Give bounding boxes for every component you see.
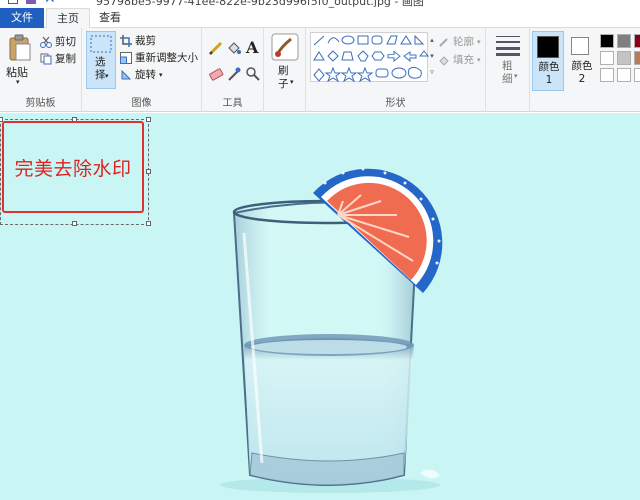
color-picker-icon[interactable]	[226, 66, 242, 82]
palette-swatch[interactable]	[634, 68, 640, 82]
shapes-gallery[interactable]	[310, 32, 430, 83]
outline-button[interactable]: 轮廓 ▾	[438, 34, 481, 49]
palette-swatch[interactable]	[634, 34, 640, 48]
fill-icon	[439, 55, 449, 66]
line-size-icon	[496, 36, 520, 56]
color2-swatch	[571, 37, 589, 55]
undo-icon[interactable]	[26, 0, 36, 4]
color2-label: 颜色 2	[571, 60, 593, 85]
fill-button[interactable]: 填充 ▾	[438, 52, 481, 67]
resize-icon	[120, 51, 132, 64]
tools-group: A 工具	[202, 28, 264, 112]
resize-button[interactable]: 重新调整大小	[120, 50, 198, 65]
palette-swatch[interactable]	[617, 34, 631, 48]
outline-dropdown-icon: ▾	[477, 37, 481, 46]
copy-label: 复制	[55, 53, 76, 65]
copy-icon	[40, 53, 52, 64]
crop-label: 裁剪	[135, 35, 156, 47]
paste-icon	[9, 34, 31, 61]
resize-label: 重新调整大小	[135, 52, 198, 64]
copy-button[interactable]: 复制	[40, 51, 76, 66]
size-button[interactable]: 粗细 ▾	[490, 32, 526, 90]
palette-swatch[interactable]	[634, 51, 640, 65]
color1-button[interactable]: 颜色 1	[532, 31, 564, 91]
clipboard-group: 粘贴 ▾ 剪切 复制 剪贴板	[0, 28, 82, 112]
palette-swatch[interactable]	[600, 51, 614, 65]
quick-access-dropdown-icon[interactable]: ✕	[44, 0, 58, 6]
ribbon: 粘贴 ▾ 剪切 复制 剪贴板 选择 ▾ 裁剪 重新调整大小 旋转 ▾ 图像 A …	[0, 28, 640, 112]
color2-button[interactable]: 颜色 2	[566, 31, 598, 91]
select-dropdown-icon[interactable]: ▾	[105, 72, 109, 80]
tools-group-label: 工具	[222, 98, 243, 109]
tab-file[interactable]: 文件	[0, 8, 44, 28]
eraser-icon[interactable]	[208, 66, 224, 82]
palette-swatch[interactable]	[617, 68, 631, 82]
clipboard-group-label: 剪贴板	[25, 98, 56, 109]
brushes-dropdown-icon[interactable]: ▾	[290, 78, 294, 86]
palette-swatch[interactable]	[617, 51, 631, 65]
cut-label: 剪切	[55, 36, 76, 48]
colors-group: 颜色 1 颜色 2	[530, 28, 640, 112]
shapes-group: ▴ ▾ ▿ 轮廓 ▾ 填充 ▾ 形状	[306, 28, 486, 112]
palette-swatch[interactable]	[600, 34, 614, 48]
rotate-label: 旋转	[135, 69, 156, 81]
image-group-label: 图像	[131, 98, 152, 109]
tab-home[interactable]: 主页	[46, 8, 90, 29]
outline-icon	[439, 37, 448, 47]
brushes-group: 刷子 ▾	[264, 28, 306, 112]
pencil-icon[interactable]	[208, 40, 224, 56]
fill-label: 填充	[453, 54, 474, 66]
brush-icon	[271, 33, 299, 61]
rotate-button[interactable]: 旋转 ▾	[120, 67, 163, 82]
drawing-canvas[interactable]: 完美去除水印	[0, 113, 640, 500]
select-button[interactable]: 选择 ▾	[86, 31, 116, 89]
image-group: 选择 ▾ 裁剪 重新调整大小 旋转 ▾ 图像	[82, 28, 202, 112]
outline-label: 轮廓	[453, 36, 474, 48]
scissors-icon	[40, 36, 52, 48]
rotate-icon	[121, 69, 132, 79]
paste-button[interactable]: 粘贴 ▾	[4, 32, 36, 90]
tab-view[interactable]: 查看	[92, 8, 128, 29]
rotate-dropdown-icon[interactable]: ▾	[159, 71, 163, 79]
shapes-group-label: 形状	[385, 98, 406, 109]
fill-bucket-icon[interactable]	[226, 40, 242, 56]
title-bar: ✕ 95798be5-9977-41ee-822e-9b23d996f5f0_o…	[0, 0, 640, 8]
fill-dropdown-icon: ▾	[477, 55, 481, 64]
ribbon-tab-row: 文件 主页 查看	[0, 8, 640, 29]
palette-swatch[interactable]	[600, 68, 614, 82]
paste-dropdown-icon[interactable]: ▾	[16, 78, 20, 86]
color1-swatch	[537, 36, 559, 58]
crop-button[interactable]: 裁剪	[120, 33, 156, 48]
shapes-gallery-icon	[313, 34, 430, 83]
window-title: 95798be5-9977-41ee-822e-9b23d996f5f0_out…	[96, 0, 424, 8]
text-tool-icon[interactable]: A	[246, 38, 258, 57]
glass-illustration	[220, 167, 443, 493]
cut-button[interactable]: 剪切	[40, 34, 76, 49]
save-icon[interactable]	[8, 0, 18, 4]
crop-icon	[120, 34, 132, 47]
color1-label: 颜色 1	[538, 61, 560, 86]
select-rectangle-icon	[90, 35, 112, 53]
shapes-gallery-scroll-icon[interactable]: ▴ ▾ ▿	[428, 32, 436, 82]
brushes-button[interactable]: 刷子 ▾	[268, 32, 302, 90]
magnifier-icon[interactable]	[245, 66, 261, 82]
size-dropdown-icon: ▾	[514, 72, 518, 80]
size-group: 粗细 ▾	[486, 28, 530, 112]
